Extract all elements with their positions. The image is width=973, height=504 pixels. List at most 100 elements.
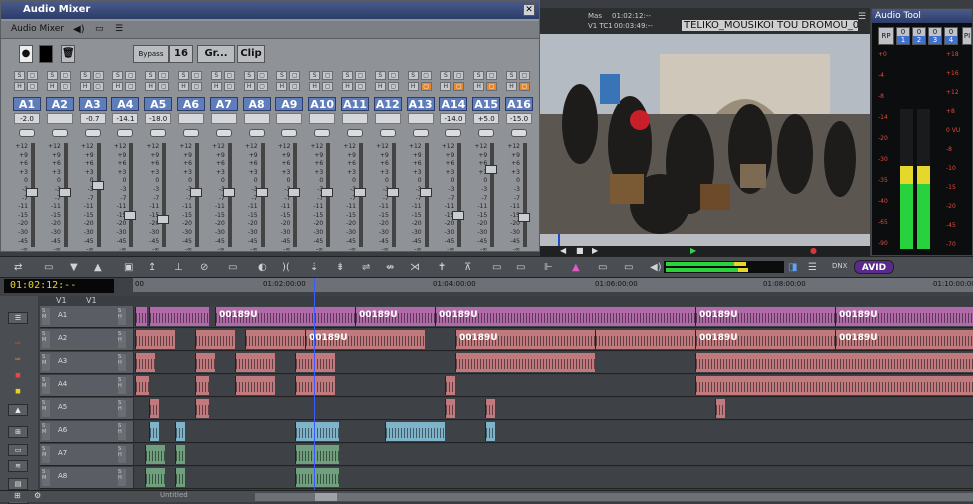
audio-monitor-icon[interactable]: ◨ <box>788 262 797 273</box>
track-name[interactable]: A3 <box>58 357 67 365</box>
position-indicator[interactable] <box>558 234 560 246</box>
position-bar[interactable] <box>540 234 870 246</box>
channel-label[interactable]: A5 <box>144 97 173 111</box>
fader-track[interactable] <box>523 143 527 247</box>
speaker-icon[interactable]: ◀) <box>73 24 85 35</box>
no-entry-icon[interactable]: ⊘ <box>200 262 208 273</box>
audio-clip[interactable] <box>295 468 339 487</box>
pan-knob[interactable] <box>379 129 396 137</box>
solo-button[interactable]: S <box>440 71 452 80</box>
record-enable-button[interactable]: ▢ <box>158 82 170 91</box>
fader-knob[interactable] <box>354 188 366 197</box>
track-content[interactable] <box>135 467 973 488</box>
solo-button[interactable]: S <box>473 71 485 80</box>
h-button[interactable]: H <box>210 82 222 91</box>
h-button[interactable]: H <box>145 82 157 91</box>
audio-clip[interactable]: 00189U <box>435 307 695 326</box>
track-layout-icon[interactable]: ⊞ <box>8 426 28 438</box>
audio-clip[interactable] <box>175 445 185 464</box>
audio-clip[interactable] <box>485 399 495 418</box>
mute-button[interactable]: ▢ <box>322 71 334 80</box>
mute-button[interactable]: ▢ <box>223 71 235 80</box>
track-solo-mute[interactable]: SM <box>42 308 50 325</box>
track-up-icon[interactable]: ▲ <box>8 404 28 416</box>
horizontal-scrollbar[interactable] <box>255 493 973 501</box>
channel-label[interactable]: A15 <box>472 97 501 111</box>
link-icon[interactable]: ▭ <box>624 262 633 273</box>
track-record-toggle[interactable]: SH <box>118 400 126 417</box>
audio-clip[interactable] <box>695 376 973 395</box>
audio-clip[interactable] <box>145 468 165 487</box>
channel-label[interactable]: A16 <box>505 97 533 111</box>
mute-button[interactable]: ▢ <box>420 71 432 80</box>
zoom-icon[interactable]: ⊞ <box>14 491 21 500</box>
track-record-toggle[interactable]: SH <box>118 377 126 394</box>
mute-button[interactable]: ▢ <box>59 71 71 80</box>
audio-clip[interactable] <box>195 330 235 349</box>
audio-clip[interactable]: 00189U <box>455 330 595 349</box>
h-button[interactable]: H <box>276 82 288 91</box>
track-record-toggle[interactable]: SH <box>118 423 126 440</box>
channel-label[interactable]: A4 <box>111 97 140 111</box>
pan-knob[interactable] <box>215 129 232 137</box>
track-content[interactable] <box>135 352 973 373</box>
track-solo-mute[interactable]: SM <box>42 400 50 417</box>
fader-knob[interactable] <box>386 188 399 197</box>
audio-clip[interactable] <box>245 330 305 349</box>
ripple-icon[interactable]: ⇌ <box>362 262 370 273</box>
audio-clip[interactable] <box>149 307 209 326</box>
pan-knob[interactable] <box>51 129 68 137</box>
record-enable-button[interactable]: ▢ <box>420 82 432 91</box>
channel-label[interactable]: A6 <box>177 97 205 111</box>
audio-clip[interactable] <box>445 376 455 395</box>
step-forward-icon[interactable]: ▲ <box>94 262 102 273</box>
track-record-toggle[interactable]: SH <box>118 446 126 463</box>
monitor-menu-icon[interactable]: ☰ <box>858 12 866 22</box>
audio-clip[interactable] <box>135 307 147 326</box>
h-button[interactable]: H <box>79 82 91 91</box>
mute-button[interactable]: ▢ <box>387 71 399 80</box>
channel-label[interactable]: A1 <box>13 97 41 111</box>
extract-icon[interactable]: ⊥ <box>174 262 183 273</box>
play-icon[interactable]: ▶ <box>592 246 598 255</box>
audio-clip[interactable] <box>149 422 159 441</box>
record-enable-button[interactable]: ▢ <box>223 82 235 91</box>
pan-knob[interactable] <box>117 129 134 137</box>
audio-clip[interactable] <box>175 468 185 487</box>
record-enable-button[interactable]: ▢ <box>59 82 71 91</box>
audio-clip[interactable] <box>195 399 209 418</box>
audio-clip[interactable] <box>195 376 209 395</box>
fader-knob[interactable] <box>124 211 137 220</box>
audio-clip[interactable] <box>695 353 973 372</box>
channel-select-button[interactable]: 02 <box>912 27 926 45</box>
h-button[interactable]: H <box>407 82 419 91</box>
fader-knob[interactable] <box>91 181 104 190</box>
track-name[interactable]: A2 <box>58 334 67 342</box>
playhead[interactable] <box>314 278 315 502</box>
solo-button[interactable]: S <box>79 71 91 80</box>
track-solo-mute[interactable]: SM <box>42 331 50 348</box>
add-edit-icon[interactable]: ✝ <box>438 262 446 273</box>
record-icon[interactable]: ● <box>810 246 817 255</box>
track-solo-mute[interactable]: SM <box>42 423 50 440</box>
fader-track[interactable] <box>457 143 462 247</box>
settings-gear-icon[interactable]: ⚙ <box>34 491 41 500</box>
audio-clip[interactable] <box>135 376 149 395</box>
track-name[interactable]: A8 <box>58 472 67 480</box>
channel-label[interactable]: A2 <box>45 97 74 111</box>
track-record-toggle[interactable]: SH <box>118 469 126 486</box>
red-arrow-icon[interactable]: ⇨ <box>8 338 28 350</box>
record-enable-button[interactable]: ▢ <box>355 82 366 91</box>
audio-clip[interactable] <box>135 353 155 372</box>
match-frame-icon[interactable]: ▭ <box>492 262 501 273</box>
mute-button[interactable]: ▢ <box>355 71 366 80</box>
mute-button[interactable]: ▢ <box>289 71 301 80</box>
fader-knob[interactable] <box>26 188 38 197</box>
v1-record-label[interactable]: V1 <box>86 296 97 305</box>
audio-clip[interactable] <box>175 422 185 441</box>
audio-clip[interactable] <box>235 353 275 372</box>
channel-label[interactable]: A14 <box>439 97 468 111</box>
waveform-toggle-icon[interactable]: ≋ <box>8 460 28 472</box>
marker-icon[interactable]: ⊩ <box>544 262 553 273</box>
audio-clip[interactable] <box>149 399 159 418</box>
